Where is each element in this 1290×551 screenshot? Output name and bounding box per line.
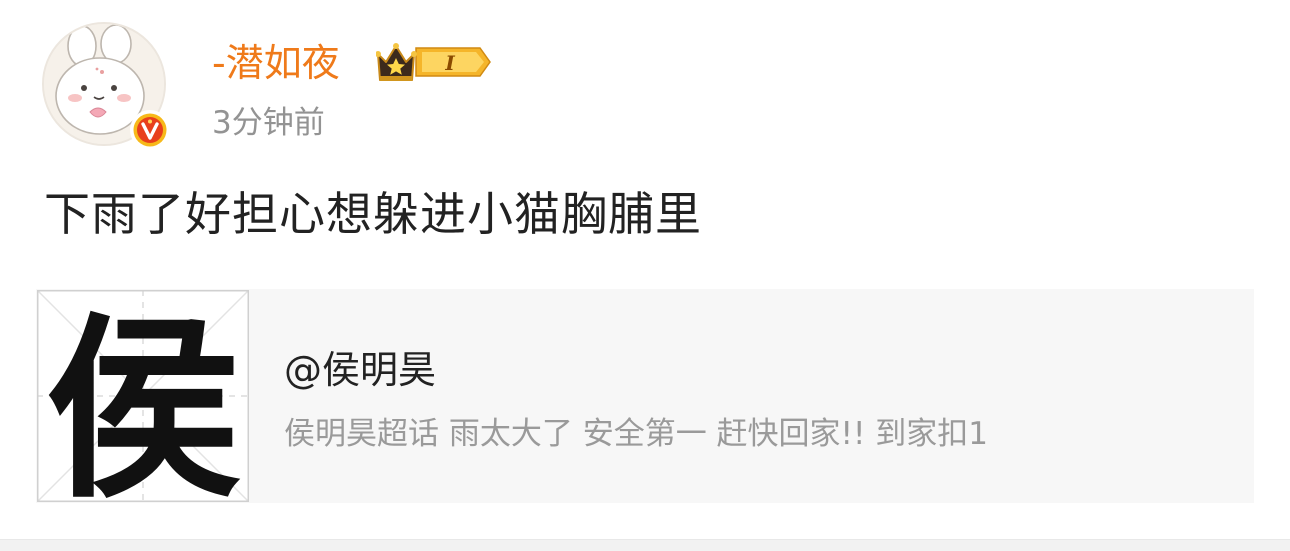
weibo-post: -潜如夜 I 3分钟前 下雨了好担心想躲进小猫胸脯里 侯 @侯明昊 侯明昊超话 … [0,0,1290,551]
card-description: 侯明昊超话 雨太大了 安全第一 赶快回家!! 到家扣1 [284,416,988,452]
card-title: @侯明昊 [284,348,437,392]
author-name[interactable]: -潜如夜 [212,38,340,88]
post-divider [0,539,1290,551]
post-timestamp: 3分钟前 [212,105,325,141]
post-content: 下雨了好担心想躲进小猫胸脯里 [44,187,702,241]
vip-level-text: I [444,51,455,75]
card-thumbnail-char: 侯 [45,295,241,502]
card-thumbnail: 侯 [36,289,250,525]
vip-level-badge[interactable]: I [375,40,492,84]
verified-badge [130,110,170,150]
verified-v-icon [133,113,167,147]
linked-card[interactable]: 侯 @侯明昊 侯明昊超话 雨太大了 安全第一 赶快回家!! 到家扣1 [36,289,1254,525]
crown-icon: I [375,43,491,81]
